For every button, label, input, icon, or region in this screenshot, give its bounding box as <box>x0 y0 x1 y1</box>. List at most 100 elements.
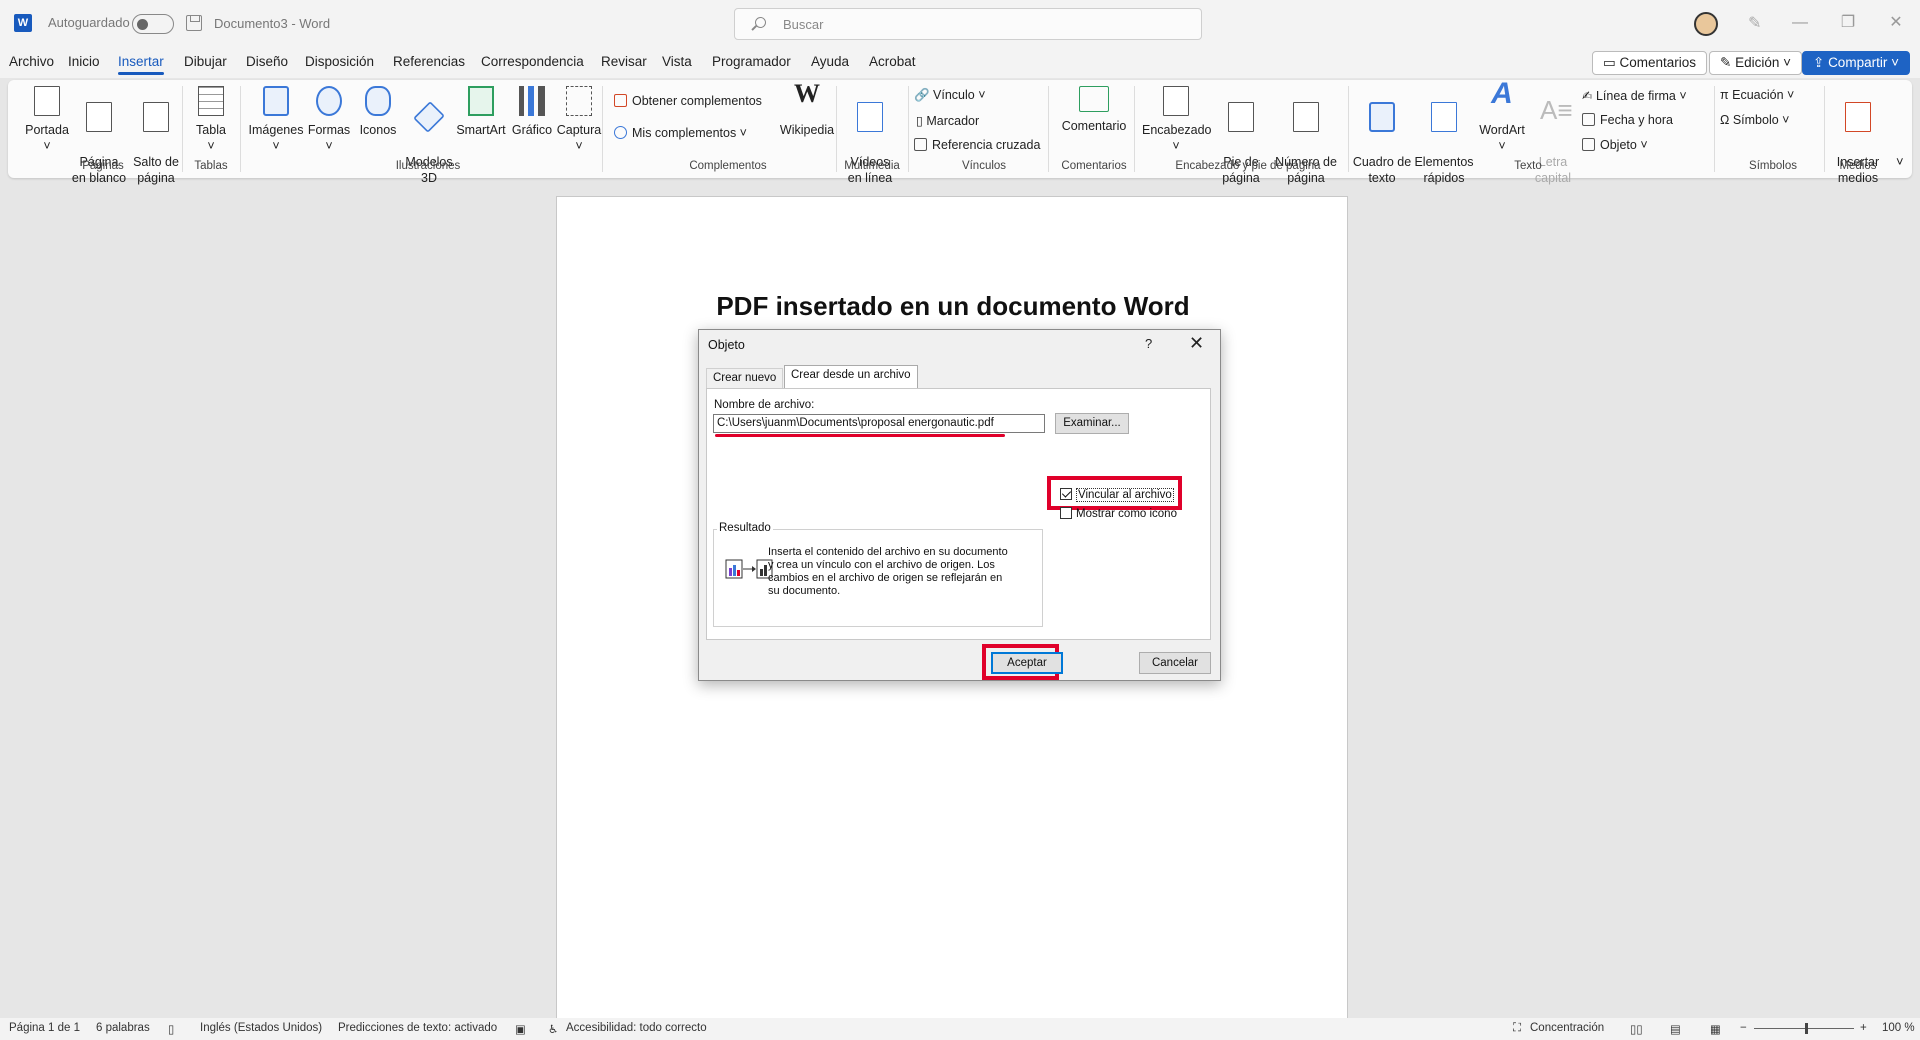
portada-label: Portada <box>25 123 69 137</box>
search-placeholder: Buscar <box>783 17 824 32</box>
tab-diseno[interactable]: Diseño <box>246 54 288 69</box>
tab-correspondencia[interactable]: Correspondencia <box>481 54 584 69</box>
web-layout-icon[interactable]: ▦ <box>1710 1022 1721 1036</box>
tab-dibujar[interactable]: Dibujar <box>184 54 227 69</box>
signature-line-button[interactable]: ✍ Línea de firma ˅ <box>1582 88 1687 103</box>
tab-acrobat[interactable]: Acrobat <box>869 54 916 69</box>
tab-inicio[interactable]: Inicio <box>68 54 100 69</box>
search-box[interactable]: Buscar <box>734 8 1202 40</box>
portada-button[interactable]: Portada ˅ <box>20 86 74 154</box>
zoom-out-icon[interactable]: − <box>1740 1022 1747 1034</box>
accessibility-icon[interactable]: ♿ <box>548 1022 558 1036</box>
header-button[interactable]: Encabezado ˅ <box>1142 86 1212 154</box>
link-to-file-checkbox[interactable]: Vincular al archivo <box>1060 488 1174 502</box>
screenshot-button[interactable]: Captura ˅ <box>554 86 604 154</box>
my-addins-button[interactable]: Mis complementos ˅ <box>614 126 747 140</box>
bookmark-button[interactable]: ▯ Marcador <box>916 113 979 128</box>
link-icon: 🔗 <box>914 88 934 102</box>
close-icon[interactable]: ✕ <box>1189 333 1204 354</box>
chevron-down-icon: ˅ <box>43 139 51 153</box>
browse-button[interactable]: Examinar... <box>1055 413 1129 434</box>
icons-button[interactable]: Iconos <box>356 86 400 138</box>
tab-vista[interactable]: Vista <box>662 54 692 69</box>
text-box-button[interactable]: Cuadro de texto <box>1350 86 1414 186</box>
avatar[interactable] <box>1694 12 1718 36</box>
divider <box>1348 86 1349 172</box>
share-button[interactable]: ⇪ Compartir ˅ <box>1802 51 1910 75</box>
read-mode-icon[interactable]: ▯▯ <box>1630 1022 1643 1036</box>
header-icon <box>1163 86 1189 116</box>
tab-create-new[interactable]: Crear nuevo <box>706 368 784 388</box>
tab-disposicion[interactable]: Disposición <box>305 54 374 69</box>
zoom-level[interactable]: 100 % <box>1882 1022 1915 1034</box>
divider <box>1048 86 1049 172</box>
language-status[interactable]: Inglés (Estados Unidos) <box>200 1022 322 1034</box>
ribbon-collapse-icon[interactable]: ˅ <box>1896 154 1904 169</box>
tab-insertar[interactable]: Insertar <box>118 54 164 75</box>
wikipedia-button[interactable]: W Wikipedia <box>774 81 840 138</box>
book-icon[interactable]: ▯ <box>168 1022 174 1036</box>
chart-button[interactable]: Gráfico <box>508 86 556 138</box>
my-addins-icon <box>614 126 627 139</box>
symbol-button[interactable]: Ω Símbolo ˅ <box>1720 113 1789 127</box>
macro-icon[interactable]: ▣ <box>515 1022 526 1036</box>
divider <box>908 86 909 172</box>
close-icon[interactable]: ✕ <box>1876 10 1916 36</box>
save-icon[interactable] <box>186 15 202 31</box>
group-label-texto: Texto <box>1514 160 1542 172</box>
document-heading: PDF insertado en un documento Word <box>716 291 1190 321</box>
help-icon[interactable]: ? <box>1145 336 1152 351</box>
zoom-slider-thumb[interactable] <box>1805 1023 1808 1034</box>
minimize-icon[interactable]: — <box>1780 10 1820 36</box>
tab-referencias[interactable]: Referencias <box>393 54 465 69</box>
restore-icon[interactable]: ❐ <box>1828 10 1868 36</box>
comments-button[interactable]: ▭ Comentarios <box>1592 51 1708 75</box>
chevron-down-icon: ˅ <box>1779 55 1791 70</box>
signature-icon: ✍ <box>1582 89 1596 103</box>
share-button-label: Compartir <box>1828 55 1888 70</box>
pen-icon[interactable]: ✎ <box>1748 13 1761 33</box>
focus-mode-button[interactable]: Concentración <box>1530 1022 1604 1034</box>
quick-parts-button[interactable]: Elementos rápidos <box>1412 86 1476 186</box>
get-addins-button[interactable]: Obtener complementos <box>614 94 762 108</box>
comment-icon: ▭ <box>1603 55 1620 70</box>
accept-button[interactable]: Aceptar <box>991 652 1063 674</box>
smartart-button[interactable]: SmartArt <box>454 86 508 138</box>
accessibility-status[interactable]: Accesibilidad: todo correcto <box>566 1022 707 1034</box>
focus-icon[interactable]: ⛶ <box>1513 1022 1521 1035</box>
autosave-toggle[interactable] <box>132 14 174 34</box>
tab-archivo[interactable]: Archivo <box>9 54 54 69</box>
word-count[interactable]: 6 palabras <box>96 1022 150 1034</box>
object-button[interactable]: Objeto ˅ <box>1582 138 1648 152</box>
share-icon: ⇪ <box>1813 55 1829 70</box>
shapes-button[interactable]: Formas ˅ <box>306 86 352 154</box>
group-label-simbolos: Símbolos <box>1749 160 1797 172</box>
filename-input[interactable]: C:\Users\juanm\Documents\proposal energo… <box>713 414 1045 433</box>
comment-button[interactable]: Comentario <box>1058 86 1130 134</box>
equation-button[interactable]: π Ecuación ˅ <box>1720 88 1794 102</box>
date-time-button[interactable]: Fecha y hora <box>1582 113 1673 127</box>
link-button[interactable]: 🔗 Vínculo ˅ <box>914 88 986 103</box>
wordart-button[interactable]: A WordArt ˅ <box>1474 79 1530 154</box>
tab-ayuda[interactable]: Ayuda <box>811 54 849 69</box>
tab-create-from-file[interactable]: Crear desde un archivo <box>784 365 918 389</box>
zoom-slider[interactable] <box>1754 1028 1854 1029</box>
tab-programador[interactable]: Programador <box>712 54 791 69</box>
images-button[interactable]: Imágenes ˅ <box>248 86 304 154</box>
editing-button[interactable]: ✎ Edición ˅ <box>1709 51 1802 75</box>
group-label-ilustraciones: Ilustraciones <box>395 160 461 172</box>
bookmark-icon: ▯ <box>916 114 927 128</box>
tab-revisar[interactable]: Revisar <box>601 54 647 69</box>
text-predictions-status[interactable]: Predicciones de texto: activado <box>338 1022 497 1034</box>
table-button[interactable]: Tabla ˅ <box>190 86 232 154</box>
link-result-icon <box>725 559 773 579</box>
page-count[interactable]: Página 1 de 1 <box>9 1022 80 1034</box>
print-layout-icon[interactable]: ▤ <box>1670 1022 1681 1036</box>
zoom-in-icon[interactable]: + <box>1860 1022 1867 1034</box>
page-number-icon <box>1293 102 1319 132</box>
cancel-button[interactable]: Cancelar <box>1139 652 1211 674</box>
cross-reference-button[interactable]: Referencia cruzada <box>914 138 1040 152</box>
media-icon <box>1845 102 1871 132</box>
chevron-down-icon: ˅ <box>325 139 333 153</box>
display-as-icon-checkbox[interactable]: Mostrar como icono <box>1060 507 1177 520</box>
